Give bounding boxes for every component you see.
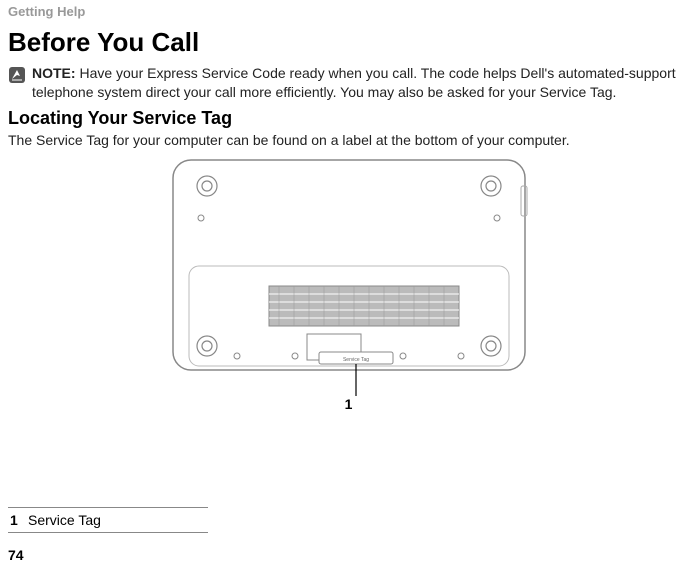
note-icon	[8, 66, 26, 84]
diagram-tag-text: Service Tag	[342, 357, 368, 363]
note-label: NOTE:	[32, 65, 76, 81]
laptop-bottom-diagram: Service Tag 1	[169, 156, 529, 416]
breadcrumb: Getting Help	[8, 0, 689, 19]
callout-number: 1	[345, 396, 353, 412]
sub-heading: Locating Your Service Tag	[8, 108, 689, 129]
legend-label: Service Tag	[28, 512, 101, 528]
body-text: The Service Tag for your computer can be…	[8, 131, 689, 150]
note-block: NOTE: Have your Express Service Code rea…	[8, 64, 689, 102]
note-text: NOTE: Have your Express Service Code rea…	[32, 64, 689, 102]
page-title: Before You Call	[8, 27, 689, 58]
page-number: 74	[8, 547, 24, 563]
legend: 1 Service Tag	[8, 507, 208, 533]
legend-num: 1	[10, 512, 28, 528]
note-body: Have your Express Service Code ready whe…	[32, 65, 676, 100]
diagram-container: Service Tag 1	[8, 156, 689, 416]
